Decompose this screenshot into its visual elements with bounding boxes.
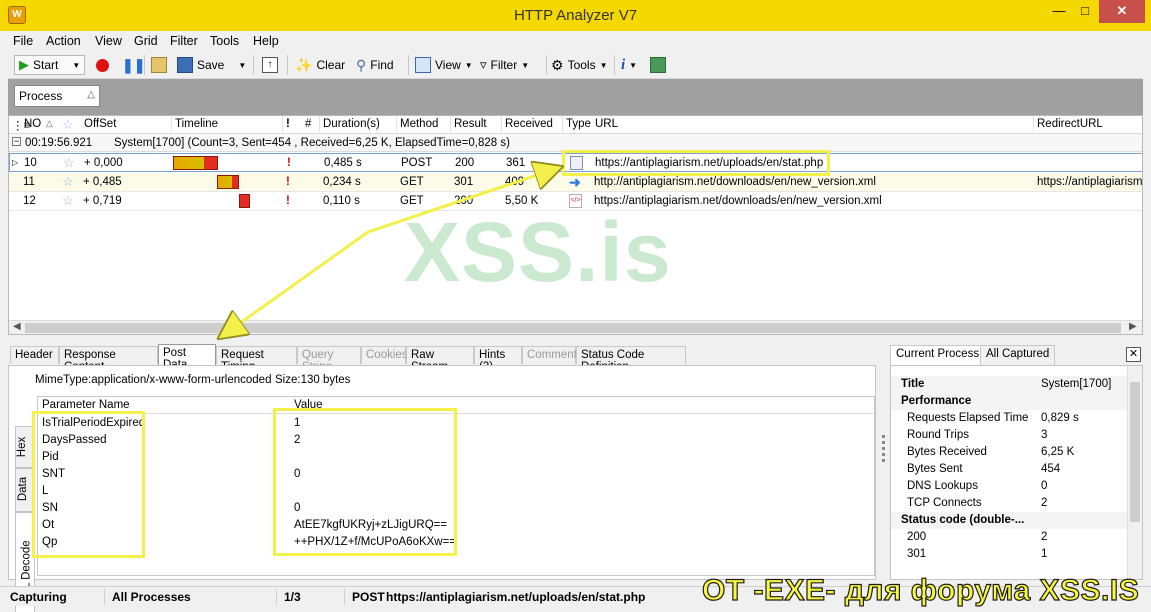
annotation-arrows — [0, 0, 1151, 612]
overlay-caption: ОТ -EXE- для форума XSS.IS — [701, 573, 1140, 607]
arrow-to-url — [367, 168, 558, 234]
arrow-to-post-data — [222, 230, 369, 336]
